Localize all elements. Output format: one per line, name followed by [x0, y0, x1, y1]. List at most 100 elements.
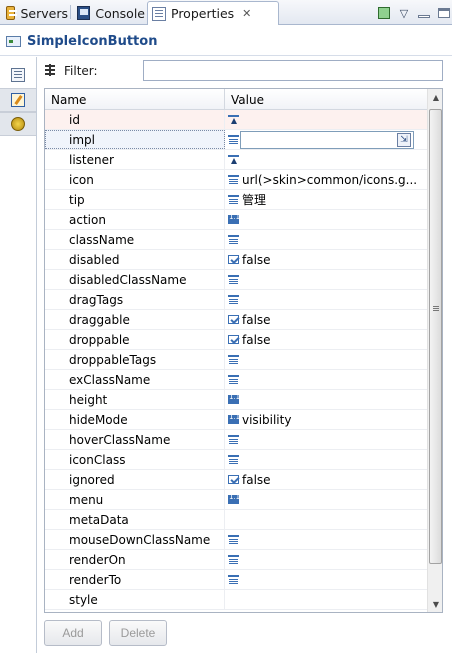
add-button[interactable]: Add: [44, 620, 102, 646]
property-name: height: [45, 390, 225, 409]
property-value-cell[interactable]: [225, 270, 427, 289]
property-name: tip: [45, 190, 225, 209]
close-icon[interactable]: ✕: [242, 7, 251, 20]
property-name: dragTags: [45, 290, 225, 309]
filter-label: Filter:: [64, 64, 98, 78]
tab-servers[interactable]: Servers: [2, 2, 68, 24]
table-header: Name Value: [45, 89, 427, 110]
column-header-name[interactable]: Name: [45, 89, 225, 110]
property-value-cell[interactable]: [225, 450, 427, 469]
str-type-icon: [228, 375, 239, 384]
tab-servers-label: Servers: [20, 5, 68, 21]
property-value-cell[interactable]: [225, 570, 427, 589]
property-value-cell[interactable]: false: [225, 470, 427, 489]
view-tab-bar: Servers Console Properties ✕ ▽: [0, 0, 452, 25]
property-value-cell[interactable]: [225, 530, 427, 549]
property-name: iconClass: [45, 450, 225, 469]
bool-type-icon: [228, 335, 239, 344]
pin-view-button[interactable]: [376, 5, 392, 21]
table-row[interactable]: icon url(>skin>common/icons.g...: [45, 170, 427, 190]
section-tab-edit[interactable]: [0, 88, 36, 112]
fn-type-icon: [228, 155, 239, 164]
table-row[interactable]: menu: [45, 490, 427, 510]
property-value: false: [242, 472, 271, 487]
table-row[interactable]: dragTags: [45, 290, 427, 310]
tab-console[interactable]: Console: [73, 2, 145, 24]
table-row[interactable]: hideMode visibility: [45, 410, 427, 430]
property-value-cell[interactable]: [225, 430, 427, 449]
str-type-icon: [228, 295, 239, 304]
vertical-scrollbar[interactable]: ▲ ▼: [427, 89, 442, 612]
property-value-cell[interactable]: [225, 230, 427, 249]
str-type-icon: [228, 175, 239, 184]
property-value-cell[interactable]: [225, 210, 427, 229]
properties-icon: [152, 6, 166, 21]
table-row[interactable]: renderOn: [45, 550, 427, 570]
property-value: false: [242, 312, 271, 327]
property-value-cell[interactable]: url(>skin>common/icons.g...: [225, 170, 427, 189]
property-value-cell[interactable]: false: [225, 330, 427, 349]
table-row[interactable]: hoverClassName: [45, 430, 427, 450]
table-row[interactable]: renderTo: [45, 570, 427, 590]
table-row[interactable]: droppableTags: [45, 350, 427, 370]
property-value: url(>skin>common/icons.g...: [242, 172, 418, 187]
view-menu-button[interactable]: ▽: [396, 5, 412, 21]
str-type-icon: [228, 195, 239, 204]
property-value-cell[interactable]: [225, 290, 427, 309]
table-row[interactable]: mouseDownClassName: [45, 530, 427, 550]
browse-icon[interactable]: ⇲: [397, 133, 411, 147]
table-row[interactable]: iconClass: [45, 450, 427, 470]
section-tab-events[interactable]: [0, 112, 36, 136]
minimize-button[interactable]: [416, 5, 432, 21]
property-value-cell[interactable]: [225, 150, 427, 169]
table-row[interactable]: impl ⇲: [45, 130, 427, 150]
table-row[interactable]: tip 管理: [45, 190, 427, 210]
property-value-cell[interactable]: [225, 510, 427, 529]
events-section-icon: [11, 117, 25, 131]
table-row[interactable]: exClassName: [45, 370, 427, 390]
property-name: listener: [45, 150, 225, 169]
filter-input[interactable]: [143, 60, 443, 81]
property-name: impl: [45, 130, 225, 149]
maximize-button[interactable]: [436, 5, 452, 21]
property-value-cell[interactable]: [225, 490, 427, 509]
property-value: visibility: [242, 412, 292, 427]
scrollbar-thumb[interactable]: [429, 109, 442, 564]
column-header-value[interactable]: Value: [225, 89, 427, 110]
table-row[interactable]: listener: [45, 150, 427, 170]
table-row[interactable]: style: [45, 590, 427, 610]
table-row[interactable]: disabledClassName: [45, 270, 427, 290]
property-value-cell[interactable]: false: [225, 250, 427, 269]
section-tab-properties[interactable]: [0, 63, 36, 87]
scroll-up-arrow[interactable]: ▲: [428, 89, 442, 105]
edit-section-icon: [11, 93, 25, 107]
delete-button[interactable]: Delete: [109, 620, 167, 646]
table-row[interactable]: metaData: [45, 510, 427, 530]
table-row[interactable]: action: [45, 210, 427, 230]
table-row[interactable]: droppable false: [45, 330, 427, 350]
table-row[interactable]: className: [45, 230, 427, 250]
property-value-cell[interactable]: false: [225, 310, 427, 329]
str-type-icon: [228, 535, 239, 544]
table-row[interactable]: ignored false: [45, 470, 427, 490]
tab-properties[interactable]: Properties ✕: [147, 1, 279, 25]
table-row[interactable]: disabled false: [45, 250, 427, 270]
property-value-cell[interactable]: [225, 590, 427, 609]
table-row[interactable]: height: [45, 390, 427, 410]
value-edit-field[interactable]: ⇲: [240, 131, 414, 149]
table-row[interactable]: draggable false: [45, 310, 427, 330]
property-value-cell[interactable]: [225, 110, 427, 129]
pin-icon: [378, 7, 390, 19]
scrollbar-grip: [433, 306, 439, 307]
property-value-cell[interactable]: 管理: [225, 190, 427, 209]
str-type-icon: [228, 435, 239, 444]
bool-type-icon: [228, 315, 239, 324]
property-value-cell[interactable]: [225, 350, 427, 369]
table-row[interactable]: id: [45, 110, 427, 130]
scroll-down-arrow[interactable]: ▼: [428, 596, 442, 612]
property-value-cell[interactable]: [225, 550, 427, 569]
property-value-cell[interactable]: visibility: [225, 410, 427, 429]
property-value-cell[interactable]: [225, 390, 427, 409]
view-toolbar: ▽: [372, 4, 452, 22]
property-value-cell[interactable]: [225, 370, 427, 389]
